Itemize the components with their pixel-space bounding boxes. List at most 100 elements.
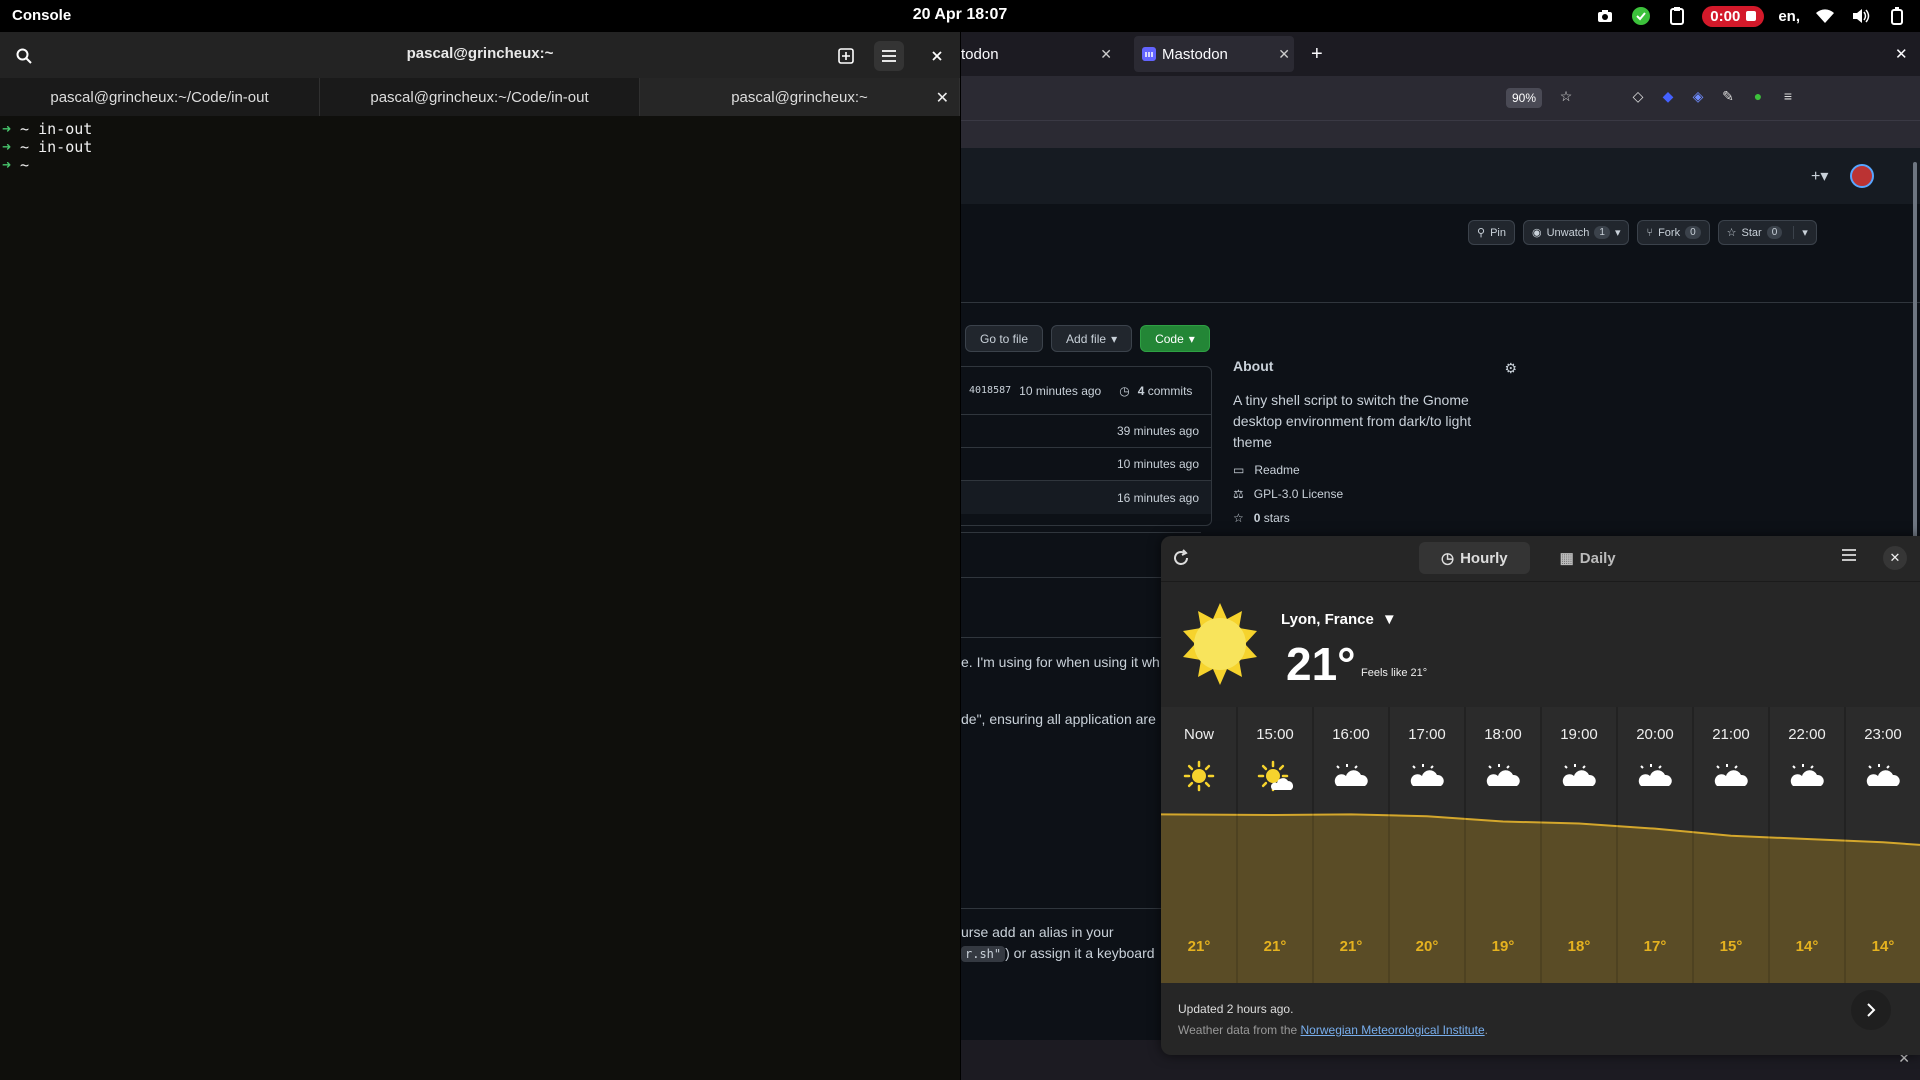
cloud-sun-icon [1410,764,1444,786]
hour-label: Now [1184,726,1214,743]
temperature-label: 17° [1644,938,1667,955]
file-row[interactable]: 10 minutes ago [961,448,1211,481]
system-tray: 0:00 en, [1594,0,1920,32]
commit-time[interactable]: 10 minutes ago [1019,384,1101,398]
terminal-output[interactable]: ➜ ~ in-out ➜ ~ in-out ➜ ~ [0,120,960,174]
code-button[interactable]: Code ▾ [1140,325,1210,352]
screen-recording-indicator[interactable]: 0:00 [1702,5,1765,27]
new-tab-plus-icon[interactable]: + [1311,36,1331,72]
volume-icon[interactable] [1850,5,1872,27]
source-prefix: Weather data from the [1178,1023,1301,1037]
go-to-file-button[interactable]: Go to file [965,325,1044,352]
close-window-icon[interactable]: ✕ [1895,36,1915,72]
unwatch-button[interactable]: ◉ Unwatch 1 ▾ [1522,220,1630,245]
browser-tab[interactable]: todon ✕ [961,36,1116,72]
wifi-icon[interactable] [1814,5,1836,27]
refresh-icon[interactable] [1171,548,1193,570]
commit-sha[interactable]: 4018587 [969,385,1011,396]
star-icon: ☆ [1726,227,1737,239]
hour-label: 17:00 [1408,726,1446,743]
star-button[interactable]: ☆ Star 0 ▾ [1717,220,1817,245]
keyboard-layout[interactable]: en, [1778,8,1800,25]
active-app-name[interactable]: Console [12,7,71,24]
scale-icon: ⚖ [1233,487,1244,501]
gear-icon[interactable]: ⚙ [1504,360,1517,377]
divider [961,302,1920,303]
terminal-tab-active[interactable]: pascal@grincheux:~ ✕ [640,78,960,116]
readme-link[interactable]: ▭ Readme [1233,463,1513,477]
close-icon[interactable]: ✕ [1883,546,1907,570]
new-tab-icon[interactable] [831,41,861,71]
terminal-tab[interactable]: pascal@grincheux:~/Code/in-out [320,78,640,116]
battery-icon[interactable] [1886,5,1908,27]
tab-title: todon [961,45,999,63]
clipboard-icon[interactable] [1666,5,1688,27]
tab-label: pascal@grincheux:~/Code/in-out [50,88,269,106]
create-plus-icon[interactable]: +▾ [1811,166,1828,186]
chevron-down-icon[interactable]: ▾ [1793,226,1808,239]
close-icon[interactable]: ✕ [1278,46,1290,63]
menu-icon[interactable] [874,41,904,71]
chevron-down-icon: ▾ [1188,331,1195,346]
file-buttons: Go to file Add file ▾ Code ▾ [965,325,1210,352]
close-icon[interactable] [922,41,952,71]
zoom-level[interactable]: 90% [1506,88,1543,108]
cloud-sun-icon [1486,764,1520,786]
weather-popup: ◷ Hourly ▦ Daily ✕ Lyon, France ▼ 21° Feel… [1161,536,1920,1055]
top-bar: Console 20 Apr 18:07 0:00 en, [0,0,1920,32]
cloud-sun-icon [1562,764,1596,786]
commits-count: 4 [1137,383,1145,398]
hourly-forecast-chart[interactable]: Now 21° 15:00 21° 16:00 21° 17:00 20° 18:00 19° 19… [1161,707,1920,1030]
fork-button[interactable]: ⑂ Fork 0 [1637,220,1710,245]
eye-icon: ◉ [1531,227,1542,239]
file-time: 10 minutes ago [1116,457,1199,471]
source-suffix: . [1484,1023,1488,1037]
tab-label: pascal@grincheux:~ [731,88,868,106]
terminal-window: pascal@grincheux:~ pascal@grincheux:~/Co… [0,32,960,1080]
about-title: About [1233,358,1274,374]
close-icon[interactable]: ✕ [1100,46,1112,63]
location-selector[interactable]: Lyon, France ▼ [1281,611,1397,628]
search-icon[interactable] [9,41,39,71]
readme-text: de", ensuring all application are [961,711,1156,727]
terminal-tab[interactable]: pascal@grincheux:~/Code/in-out [0,78,320,116]
mastodon-icon [1142,47,1156,61]
chevron-right-icon[interactable] [1851,990,1891,1030]
extension-icon[interactable]: ◆ [1658,88,1678,108]
file-row[interactable]: 16 minutes ago [961,481,1211,514]
daily-tab[interactable]: ▦ Daily [1538,542,1638,574]
pocket-icon[interactable]: ◇ [1628,88,1648,108]
file-row[interactable]: 39 minutes ago [961,415,1211,448]
camera-indicator-icon[interactable] [1594,5,1616,27]
temperature-label: 18° [1568,938,1591,955]
hour-label: 23:00 [1864,726,1902,743]
check-icon[interactable] [1630,5,1652,27]
tab-title: Mastodon [1162,45,1228,63]
line-text: ~ [11,156,30,174]
source-link[interactable]: Norwegian Meteorological Institute [1301,1023,1485,1037]
browser-menu-icon[interactable]: ≡ [1778,88,1798,108]
add-file-button[interactable]: Add file ▾ [1051,325,1133,352]
pin-button[interactable]: ⚲ Pin [1468,220,1515,245]
close-icon[interactable]: ✕ [936,88,949,108]
menu-icon[interactable] [1841,548,1857,567]
url-bar[interactable]: 90% ☆ ◇ ◆ ◈ ✎ ● ≡ [961,76,1920,120]
bookmark-star-icon[interactable]: ☆ [1556,88,1576,108]
commits-link[interactable]: 4 commits [1138,384,1193,398]
scrollbar[interactable] [1913,162,1917,572]
stars-link[interactable]: ☆ 0 stars [1233,511,1513,525]
account-icon[interactable]: ● [1748,88,1768,108]
avatar[interactable] [1850,164,1874,188]
feather-icon[interactable]: ✎ [1718,88,1738,108]
stars-label: stars [1263,511,1290,525]
temperature-label: 19° [1492,938,1515,955]
temperature-label: 21° [1340,938,1363,955]
star-count: 0 [1766,226,1783,239]
hourly-label: Hourly [1460,549,1508,567]
hourly-tab[interactable]: ◷ Hourly [1419,542,1530,574]
license-link[interactable]: ⚖ GPL-3.0 License [1233,487,1513,501]
privacy-badger-icon[interactable]: ◈ [1688,88,1708,108]
cloud-sun-icon [1638,764,1672,786]
latest-commit-row: 4018587 10 minutes ago ◷ 4 commits [961,367,1211,415]
browser-tab-active[interactable]: Mastodon ✕ [1134,36,1294,72]
